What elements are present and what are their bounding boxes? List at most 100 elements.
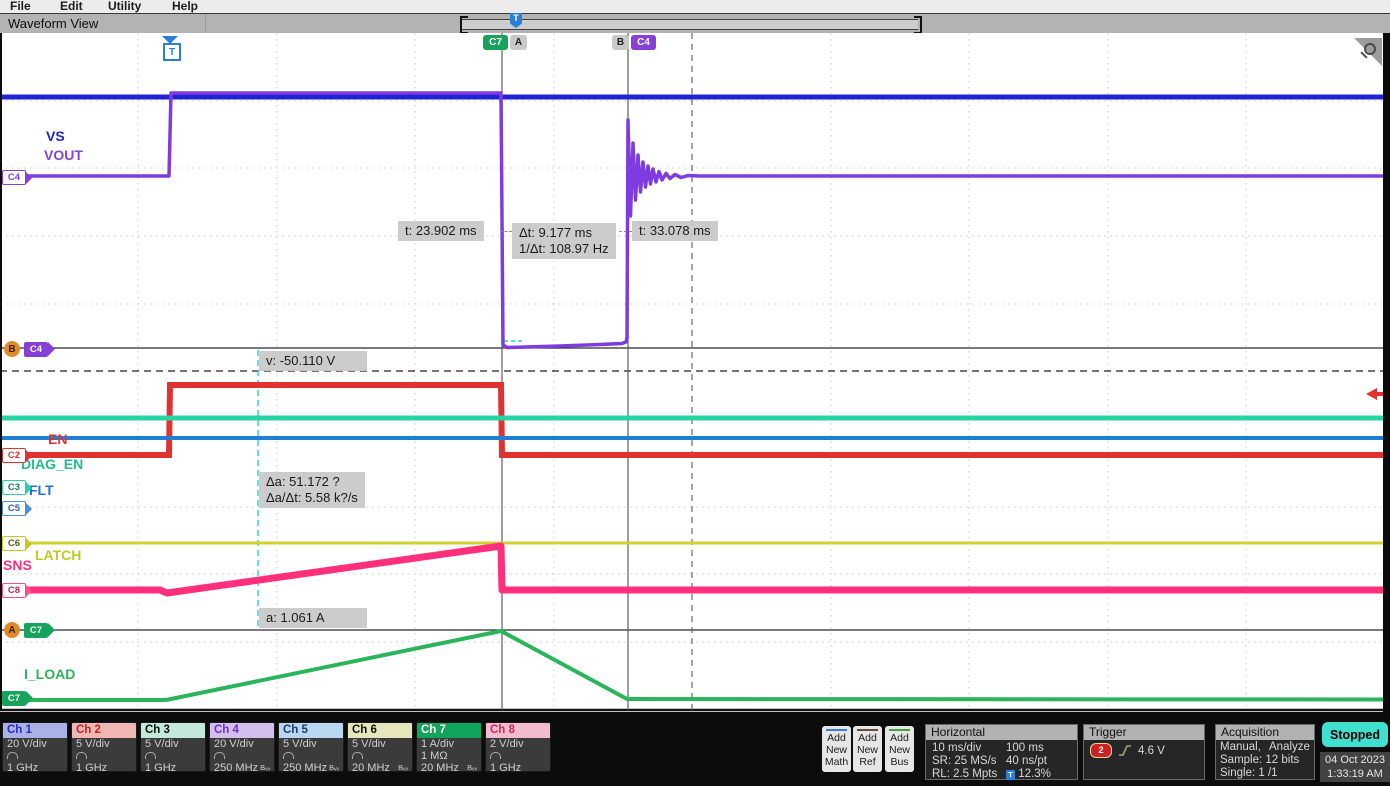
- channel-badge-c4-active[interactable]: C4: [24, 342, 48, 357]
- label-i-load: I_LOAD: [24, 666, 75, 682]
- probe-icon: [352, 752, 363, 759]
- ch1-bandwidth: 1 GHz: [7, 762, 38, 772]
- acquisition-analyze: Analyze: [1269, 741, 1310, 753]
- cursor-a-source-badge[interactable]: A: [4, 622, 20, 638]
- connector-dash: [500, 231, 512, 232]
- acquisition-title: Acquisition: [1216, 725, 1314, 740]
- ch5-bw-limit-badge: Bᵥᵥ: [329, 762, 339, 772]
- delta-a-value: Δa: 51.172 ?: [266, 474, 358, 490]
- channel-box-ch7[interactable]: Ch 7 1 A/div 1 MΩ 20 MHz Bᵥᵥ: [416, 722, 482, 772]
- ch7-bandwidth: 20 MHz: [421, 762, 459, 772]
- ch2-bandwidth: 1 GHz: [76, 762, 107, 772]
- cursor-a-badge[interactable]: A: [510, 35, 527, 50]
- channel-box-ch2[interactable]: Ch 2 5 V/div 1 GHz: [71, 722, 137, 772]
- tab-edge: [205, 14, 206, 32]
- trigger-source-badge: 2: [1090, 743, 1112, 758]
- delta-t-value: Δt: 9.177 ms: [519, 225, 609, 241]
- acquisition-panel[interactable]: Acquisition Manual, Analyze Sample: 12 b…: [1215, 724, 1315, 780]
- ch3-bandwidth: 1 GHz: [145, 762, 176, 772]
- add-new-ref-button[interactable]: AddNewRef: [853, 726, 882, 772]
- cursor-b-badge[interactable]: B: [612, 35, 629, 50]
- channel-badge-c3[interactable]: C3: [2, 480, 26, 495]
- datetime-box: 04 Oct 2023 1:33:19 AM: [1320, 752, 1390, 782]
- ch2-scale: 5 V/div: [76, 738, 132, 750]
- label-vs: VS: [46, 128, 65, 144]
- horizontal-overview-bar[interactable]: [462, 19, 918, 30]
- label-en: EN: [48, 431, 67, 447]
- trigger-position-flag-icon[interactable]: T: [163, 43, 181, 61]
- overview-left-bracket[interactable]: [460, 16, 468, 34]
- ch6-scale: 5 V/div: [352, 738, 408, 750]
- channel-box-ch8[interactable]: Ch 8 2 V/div 1 GHz: [485, 722, 551, 772]
- ch5-scale: 5 V/div: [283, 738, 339, 750]
- ch5-name: Ch 5: [279, 723, 343, 738]
- delta-amplitude-readout: Δa: 51.172 ? Δa/Δt: 5.58 k?/s: [259, 472, 365, 508]
- ch7-impedance: 1 MΩ: [421, 750, 477, 762]
- channel-box-ch1[interactable]: Ch 1 20 V/div 1 GHz: [2, 722, 68, 772]
- ch2-name: Ch 2: [72, 723, 136, 738]
- cursor-b-source-badge[interactable]: B: [4, 341, 20, 357]
- channel-box-ch4[interactable]: Ch 4 20 V/div 250 MHz Bᵥᵥ: [209, 722, 275, 772]
- ch3-name: Ch 3: [141, 723, 205, 738]
- delta-time-readout: Δt: 9.177 ms 1/Δt: 108.97 Hz: [512, 223, 616, 259]
- probe-icon: [214, 752, 225, 759]
- ch4-scale: 20 V/div: [214, 738, 270, 750]
- ch8-scale: 2 V/div: [490, 738, 546, 750]
- time: 1:33:19 AM: [1320, 767, 1390, 781]
- channel-badge-c4[interactable]: C4: [2, 170, 26, 185]
- ch5-bandwidth: 250 MHz: [283, 762, 327, 772]
- ch7-bw-limit-badge: Bᵥᵥ: [467, 762, 477, 772]
- channel-badge-c7-active[interactable]: C7: [24, 623, 48, 638]
- cursor-source-badge-c4[interactable]: C4: [631, 35, 656, 50]
- sample-rate: SR: 25 MS/s: [932, 755, 997, 767]
- acquisition-single: Single: 1 /1: [1220, 767, 1278, 779]
- menu-help[interactable]: Help: [172, 0, 198, 13]
- channel-badge-c2[interactable]: C2: [2, 448, 26, 463]
- add-new-math-button[interactable]: AddNewMath: [822, 726, 851, 772]
- label-latch: LATCH: [35, 547, 81, 563]
- channel-box-ch5[interactable]: Ch 5 5 V/div 250 MHz Bᵥᵥ: [278, 722, 344, 772]
- oscilloscope-screen: File Edit Utility Help Waveform View T: [0, 0, 1390, 786]
- trigger-level-arrow-icon[interactable]: [1366, 388, 1377, 400]
- channel-badge-c7[interactable]: C7: [2, 691, 26, 706]
- channel-badge-c5[interactable]: C5: [2, 501, 26, 516]
- channel-box-ch3[interactable]: Ch 3 5 V/div 1 GHz: [140, 722, 206, 772]
- channel-box-ch6[interactable]: Ch 6 5 V/div 20 MHz Bᵥᵥ: [347, 722, 413, 772]
- ch6-name: Ch 6: [348, 723, 412, 738]
- magnifier-icon: [1364, 43, 1376, 55]
- horizontal-duration: 100 ms: [1006, 742, 1044, 754]
- acquisition-sample: Sample: 12 bits: [1220, 754, 1299, 766]
- mini-trigger-icon: T: [1006, 770, 1015, 780]
- overview-right-bracket[interactable]: [914, 16, 922, 34]
- add-new-bus-button[interactable]: AddNewBus: [885, 726, 914, 772]
- channel-badge-c6[interactable]: C6: [2, 536, 26, 551]
- ch6-bandwidth: 20 MHz: [352, 762, 390, 772]
- menu-edit[interactable]: Edit: [60, 0, 83, 13]
- label-flt: FLT: [29, 482, 54, 498]
- ch3-scale: 5 V/div: [145, 738, 201, 750]
- menu-file[interactable]: File: [10, 0, 31, 13]
- menu-utility[interactable]: Utility: [108, 0, 141, 13]
- cursor-b-time-readout: t: 33.078 ms: [632, 221, 718, 241]
- trigger-position: T 12.3%: [1006, 768, 1051, 780]
- resolution: 40 ns/pt: [1006, 755, 1047, 767]
- menu-bar: File Edit Utility Help: [0, 0, 1390, 13]
- ch4-name: Ch 4: [210, 723, 274, 738]
- cursor-a-time-readout: t: 23.902 ms: [398, 221, 484, 241]
- ch7-name: Ch 7: [417, 723, 481, 738]
- waveform-plot[interactable]: [0, 33, 1390, 712]
- ch6-bw-limit-badge: Bᵥᵥ: [398, 762, 408, 772]
- channel-badge-c8[interactable]: C8: [2, 583, 26, 598]
- horizontal-scale: 10 ms/div: [932, 742, 981, 754]
- trigger-level: 4.6 V: [1138, 745, 1165, 757]
- horizontal-panel[interactable]: Horizontal 10 ms/div 100 ms SR: 25 MS/s …: [925, 724, 1078, 780]
- cursor-source-badge-c7[interactable]: C7: [483, 35, 508, 50]
- label-vout: VOUT: [44, 147, 83, 163]
- label-sns: SNS: [3, 557, 32, 573]
- horizontal-title: Horizontal: [926, 725, 1077, 740]
- tab-waveform-view[interactable]: Waveform View: [8, 16, 98, 31]
- trigger-settings: 2 4.6 V: [1090, 743, 1165, 758]
- run-state-badge[interactable]: Stopped: [1322, 722, 1388, 747]
- trigger-panel[interactable]: Trigger 2 4.6 V: [1083, 724, 1205, 780]
- ch7-scale: 1 A/div: [421, 738, 477, 750]
